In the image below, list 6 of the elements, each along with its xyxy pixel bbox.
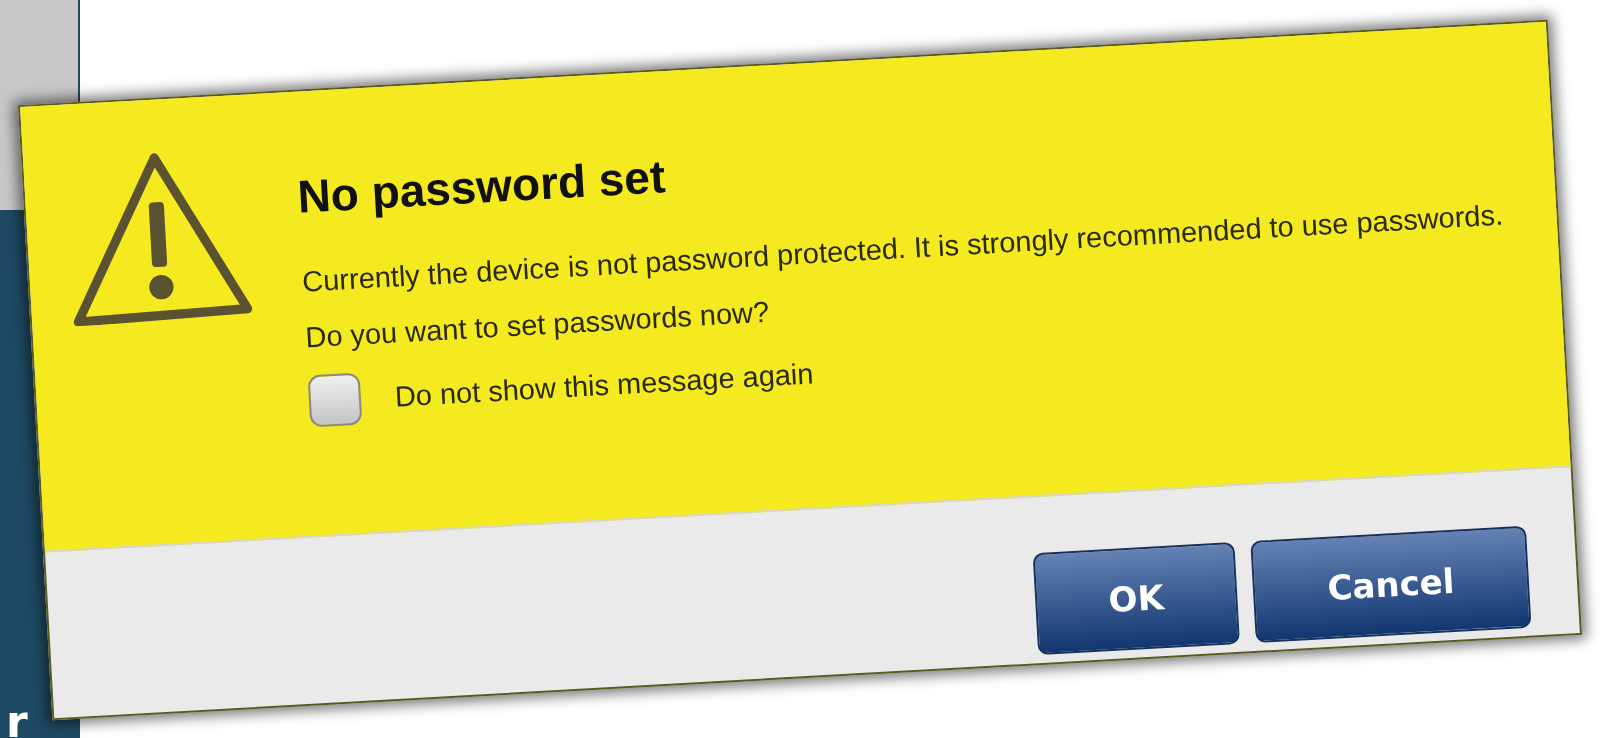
checkbox-label[interactable]: Do not show this message again [393, 356, 815, 414]
dialog-button[interactable]: OK [1032, 542, 1240, 656]
dialog-title: No password set [296, 149, 668, 224]
sidebar-text: r [6, 700, 28, 738]
dialog-button[interactable]: Cancel [1250, 525, 1532, 643]
checkbox[interactable] [307, 372, 363, 428]
